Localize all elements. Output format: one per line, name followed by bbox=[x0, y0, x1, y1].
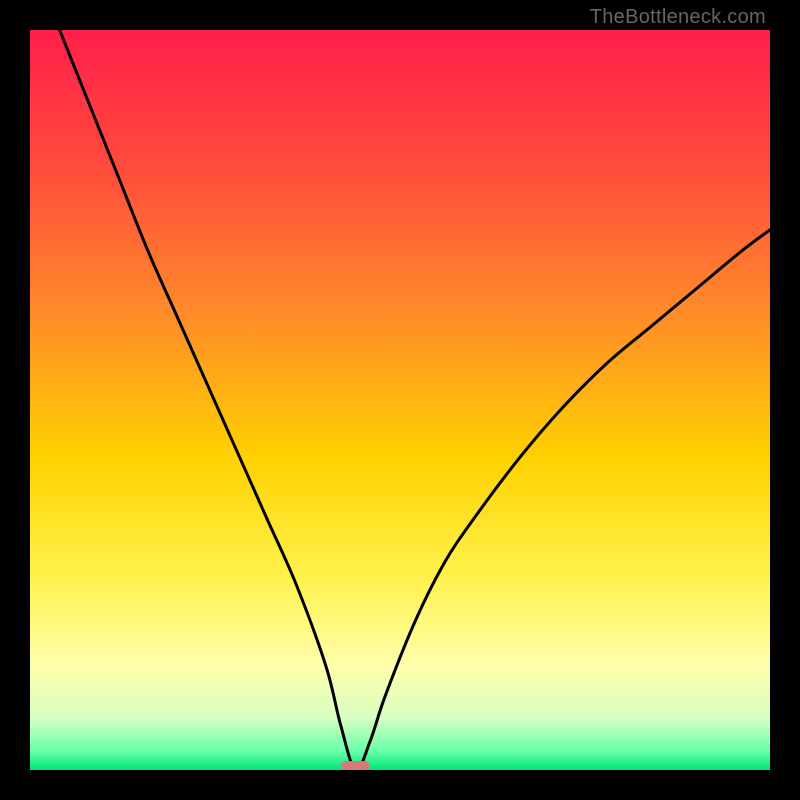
plot-area bbox=[30, 30, 770, 770]
bottleneck-curve bbox=[30, 30, 770, 770]
optimum-marker bbox=[341, 761, 371, 770]
watermark-text: TheBottleneck.com bbox=[590, 6, 766, 29]
chart-frame: TheBottleneck.com bbox=[0, 0, 800, 800]
